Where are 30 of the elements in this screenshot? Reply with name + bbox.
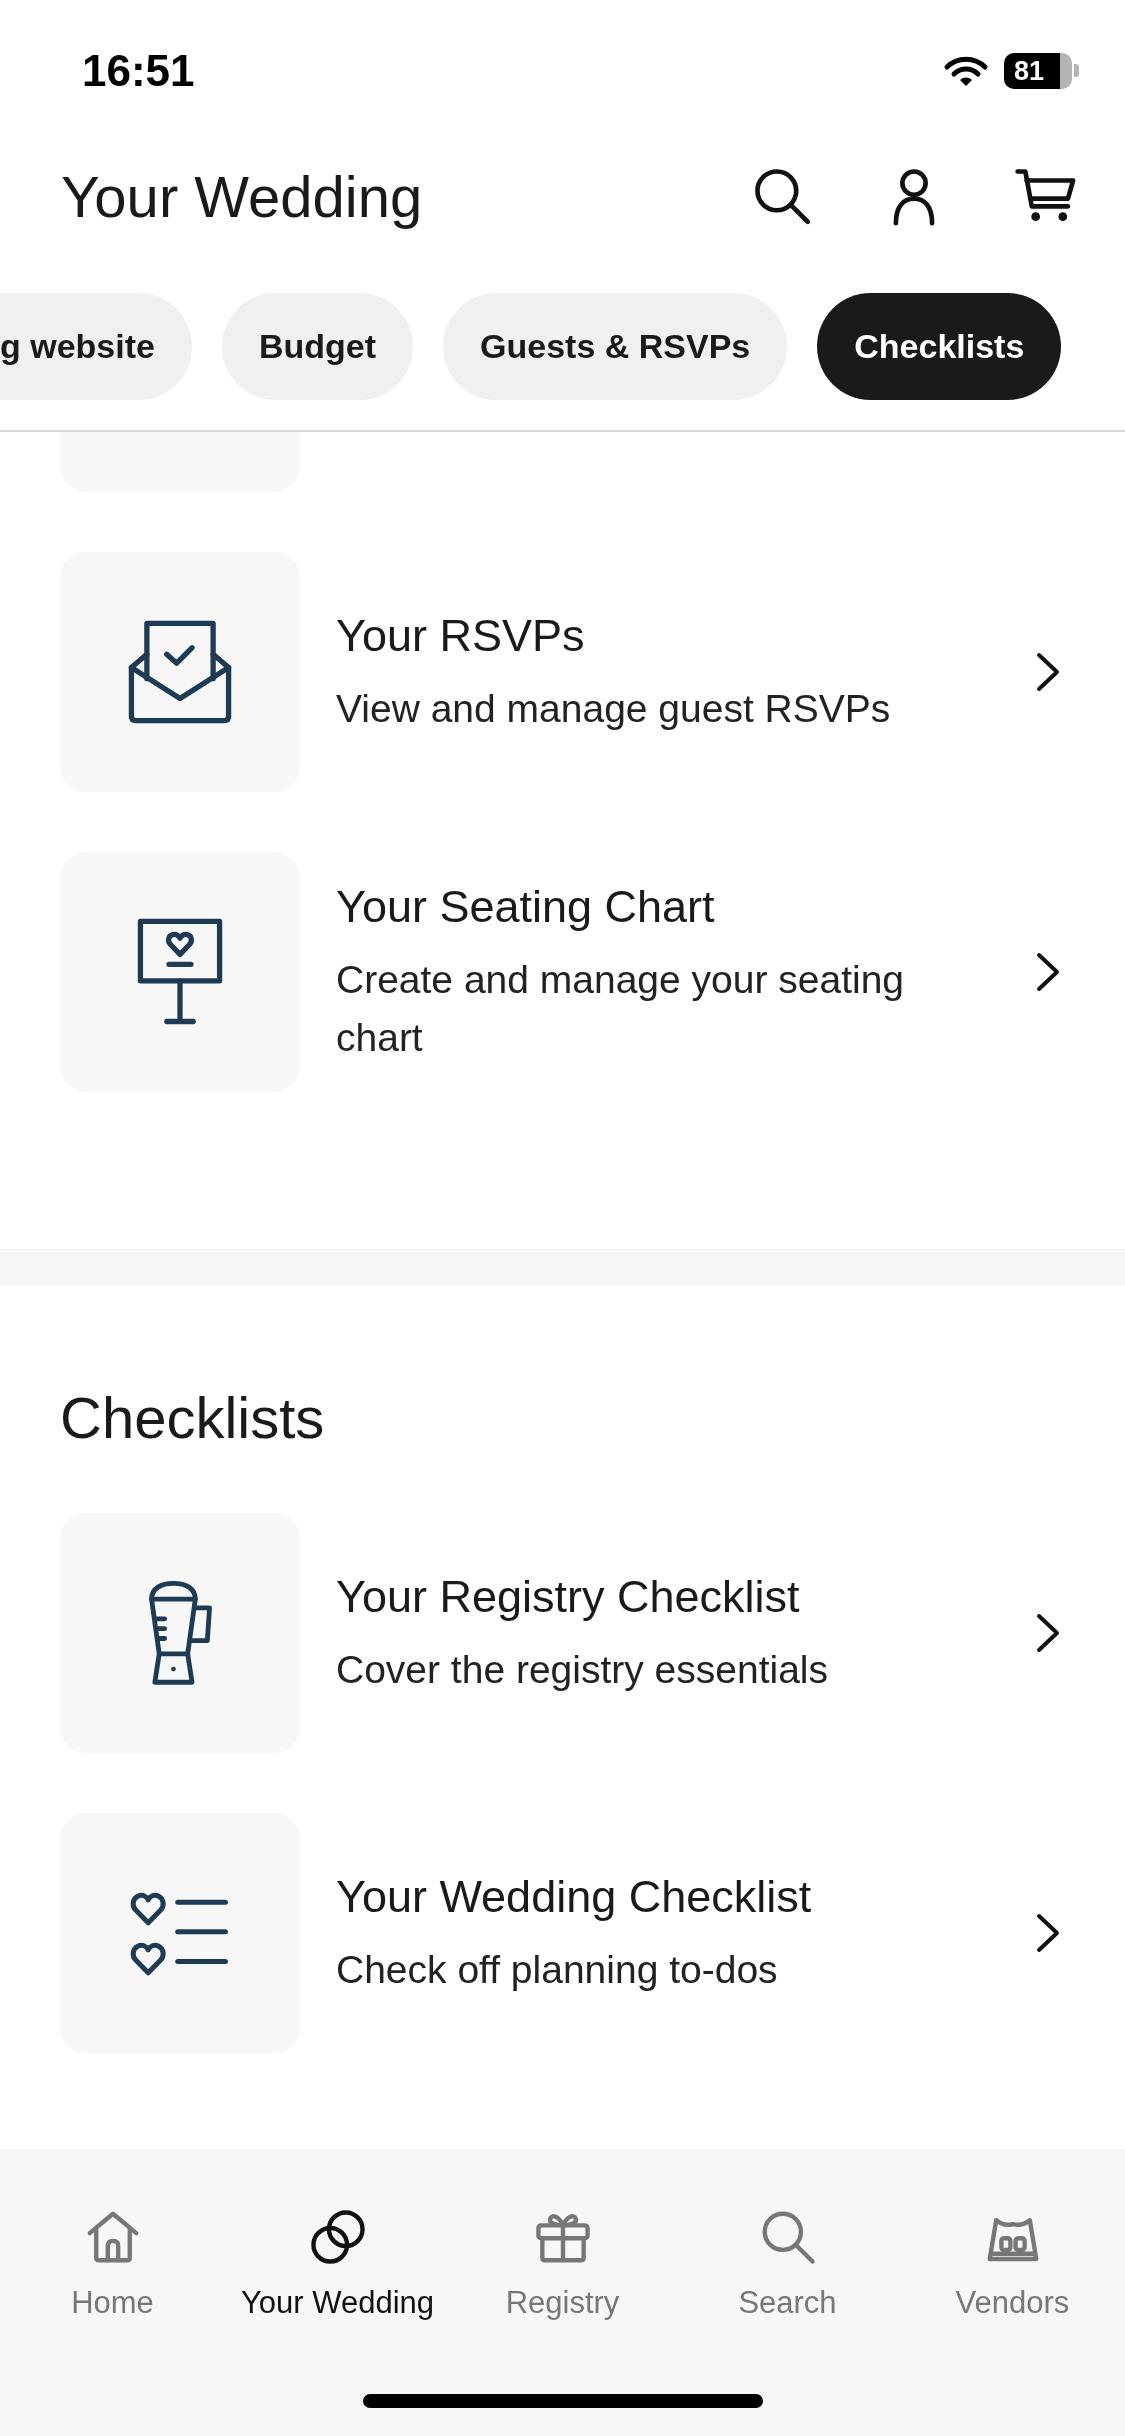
tab-bar-item[interactable]: Search: [675, 2206, 900, 2321]
filter-chip[interactable]: g website: [0, 293, 192, 400]
filter-chip[interactable]: Checklists: [817, 293, 1062, 400]
chevron-right-icon[interactable]: [1035, 1912, 1061, 1954]
item-subtitle: Check off planning to-dos: [336, 1946, 779, 1993]
wifi-icon: [943, 54, 989, 87]
status-time: 16:51: [82, 45, 195, 96]
page-title: Your Wedding: [61, 162, 423, 230]
tab-bar-item[interactable]: Home: [0, 2206, 225, 2321]
envelope-check-icon: [60, 552, 300, 792]
section-heading: Checklists: [60, 1384, 326, 1452]
filter-chip[interactable]: Guests & RSVPs: [443, 293, 788, 400]
item-title: Your Wedding Checklist: [336, 1869, 812, 1924]
filter-chip[interactable]: Budget: [221, 293, 414, 400]
chevron-right-icon[interactable]: [1035, 951, 1061, 993]
sign-stand-icon: [60, 852, 300, 1092]
tab-bar-item[interactable]: Registry: [450, 2206, 675, 2321]
tab-bar-item[interactable]: Vendors: [900, 2206, 1125, 2321]
chevron-right-icon[interactable]: [1035, 651, 1061, 693]
item-subtitle: Cover the registry essentials: [336, 1646, 829, 1693]
blender-icon: [60, 1513, 300, 1753]
item-subtitle: View and manage guest RSVPs: [336, 685, 891, 732]
item-title: Your Seating Chart: [336, 879, 716, 934]
battery-indicator: 81: [1004, 52, 1079, 89]
item-subtitle: Create and manage your seating chart: [336, 956, 906, 1061]
tab-bar-item[interactable]: Your Wedding: [225, 2206, 450, 2321]
item-title: Your RSVPs: [336, 608, 586, 663]
chevron-right-icon[interactable]: [1035, 1612, 1061, 1654]
item-title: Your Registry Checklist: [336, 1569, 801, 1624]
heart-list-icon: [60, 1813, 300, 2053]
